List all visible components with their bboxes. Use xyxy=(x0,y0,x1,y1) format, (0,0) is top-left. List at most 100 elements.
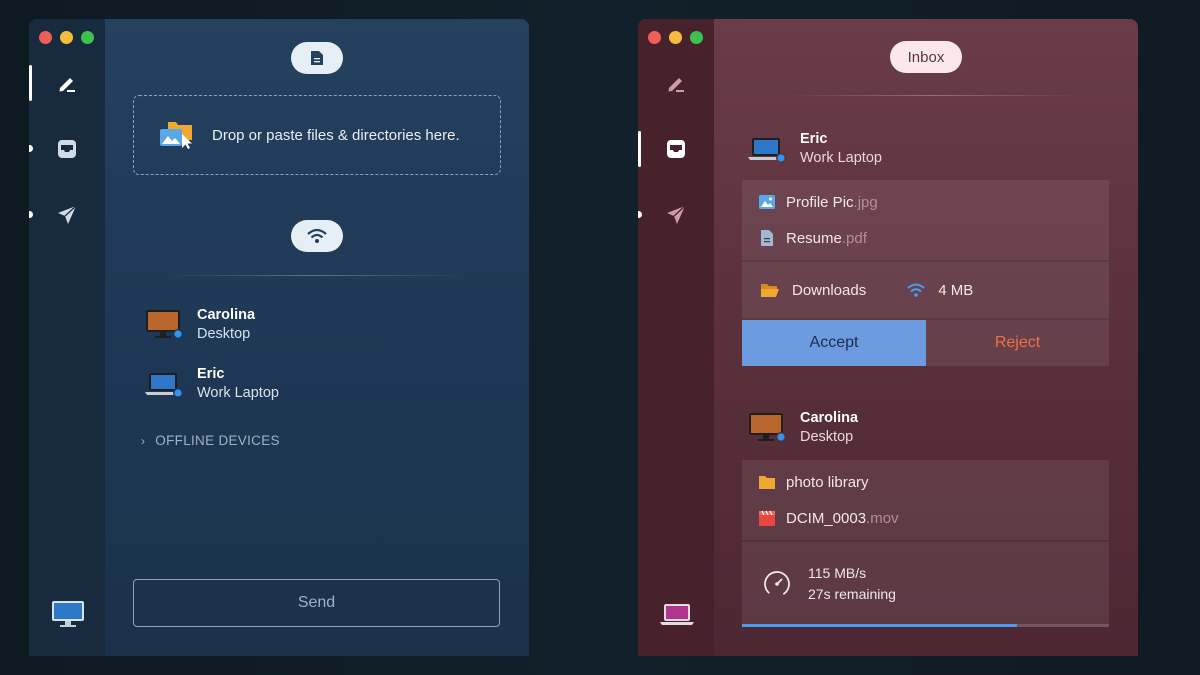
progress-bar-fill xyxy=(742,624,1018,627)
file-item[interactable]: Resume .pdf xyxy=(742,220,1109,256)
folder-icon xyxy=(759,476,775,489)
section-divider xyxy=(784,95,1084,96)
maximize-window-button[interactable] xyxy=(81,31,94,44)
file-extension: .pdf xyxy=(841,229,867,247)
device-name: Carolina xyxy=(800,410,859,426)
device-type: Desktop xyxy=(197,326,251,342)
file-extension: .mov xyxy=(866,509,899,527)
this-device-laptop-icon[interactable] xyxy=(660,600,694,628)
device-type: Desktop xyxy=(800,429,854,445)
file-list: photo library DCIM_0003 .mov xyxy=(742,460,1109,540)
device-type: Work Laptop xyxy=(197,385,279,401)
nav-inbox[interactable] xyxy=(638,127,714,171)
sender-carolina: Carolina Desktop xyxy=(748,410,858,445)
transfer-progress-info: 115 MB/s 27s remaining xyxy=(742,542,1109,624)
pencil-icon xyxy=(668,78,684,92)
window-controls xyxy=(39,31,94,44)
offline-devices-label: OFFLINE DEVICES xyxy=(155,433,280,448)
close-window-button[interactable] xyxy=(648,31,661,44)
inbox-main: Inbox Eric Work Laptop Profile Pic .jpg R… xyxy=(714,19,1138,656)
close-window-button[interactable] xyxy=(39,31,52,44)
laptop-icon xyxy=(748,137,786,163)
transfer-actions: Accept Reject xyxy=(742,320,1109,366)
file-item[interactable]: DCIM_0003 .mov xyxy=(742,500,1109,536)
offline-devices-toggle[interactable]: › OFFLINE DEVICES xyxy=(141,433,280,448)
nav-badge-dot xyxy=(638,211,642,218)
maximize-window-button[interactable] xyxy=(690,31,703,44)
nav-compose[interactable] xyxy=(638,61,714,105)
file-name: Resume xyxy=(786,229,842,247)
device-row-eric[interactable]: Eric Work Laptop xyxy=(145,366,279,401)
image-file-icon xyxy=(759,195,775,209)
file-name: photo library xyxy=(786,473,869,491)
laptop-icon xyxy=(145,372,183,398)
file-item[interactable]: photo library xyxy=(742,464,1109,500)
transfer-card-carolina: photo library DCIM_0003 .mov 115 MB/s 27s… xyxy=(742,460,1109,627)
progress-bar xyxy=(742,624,1109,627)
nav-badge-dot xyxy=(29,145,33,152)
file-name: Profile Pic xyxy=(786,193,854,211)
accept-button[interactable]: Accept xyxy=(742,320,926,366)
nearby-mode-button[interactable] xyxy=(291,220,343,252)
paper-plane-icon xyxy=(58,205,77,224)
nav-compose[interactable] xyxy=(29,61,105,105)
time-remaining: 27s remaining xyxy=(808,585,896,602)
this-device-desktop-icon[interactable] xyxy=(51,600,85,628)
device-name: Carolina xyxy=(197,307,256,323)
nav-active-indicator xyxy=(29,65,32,101)
document-file-icon xyxy=(761,230,773,246)
file-drop-zone[interactable]: Drop or paste files & directories here. xyxy=(133,95,501,175)
nav-sent[interactable] xyxy=(638,193,714,237)
minimize-window-button[interactable] xyxy=(669,31,682,44)
minimize-window-button[interactable] xyxy=(60,31,73,44)
transfer-size: 4 MB xyxy=(938,281,974,299)
transfer-meta: Downloads 4 MB xyxy=(742,262,1109,318)
file-item[interactable]: Profile Pic .jpg xyxy=(742,184,1109,220)
sender-eric: Eric Work Laptop xyxy=(748,131,882,166)
send-main: Drop or paste files & directories here. … xyxy=(105,19,529,656)
desktop-monitor-icon xyxy=(146,309,183,339)
file-list: Profile Pic .jpg Resume .pdf xyxy=(742,180,1109,260)
device-info: Carolina Desktop xyxy=(197,307,255,342)
inbox-sidebar xyxy=(638,19,714,656)
chevron-right-icon: › xyxy=(141,433,146,448)
section-divider xyxy=(165,275,465,276)
nav-badge-dot xyxy=(29,211,33,218)
reject-button[interactable]: Reject xyxy=(926,320,1109,366)
inbox-tray-icon xyxy=(58,140,76,158)
destination-folder[interactable]: Downloads xyxy=(792,282,866,299)
send-button[interactable]: Send xyxy=(133,579,500,627)
wifi-icon xyxy=(907,283,925,297)
document-icon xyxy=(311,51,323,65)
file-name: DCIM_0003 xyxy=(786,509,867,527)
nav-active-indicator xyxy=(638,131,641,167)
device-info: Carolina Desktop xyxy=(800,410,858,445)
transfer-card-eric: Profile Pic .jpg Resume .pdf Downloads 4 M… xyxy=(742,180,1109,366)
paper-plane-icon xyxy=(667,205,686,224)
device-info: Eric Work Laptop xyxy=(197,366,279,401)
device-type: Work Laptop xyxy=(800,150,882,166)
nav-sent[interactable] xyxy=(29,193,105,237)
inbox-tray-icon xyxy=(667,140,685,158)
nav-inbox[interactable] xyxy=(29,127,105,171)
speedometer-icon xyxy=(764,571,790,597)
window-controls xyxy=(648,31,703,44)
transfer-speed: 115 MB/s xyxy=(808,564,867,581)
send-window: Drop or paste files & directories here. … xyxy=(29,19,529,656)
folder-open-icon xyxy=(761,284,779,297)
video-file-icon xyxy=(759,510,775,526)
file-extension: .jpg xyxy=(853,193,878,211)
inbox-window: Inbox Eric Work Laptop Profile Pic .jpg R… xyxy=(638,19,1138,656)
device-name: Eric xyxy=(197,366,225,382)
device-row-carolina[interactable]: Carolina Desktop xyxy=(145,307,255,342)
send-sidebar xyxy=(29,19,105,656)
device-info: Eric Work Laptop xyxy=(800,131,882,166)
pencil-icon xyxy=(59,78,75,92)
desktop-monitor-icon xyxy=(749,412,786,442)
file-mode-button[interactable] xyxy=(291,42,343,74)
device-name: Eric xyxy=(800,131,828,147)
wifi-icon xyxy=(307,228,327,243)
inbox-title: Inbox xyxy=(890,41,962,73)
files-folder-icon xyxy=(160,122,192,149)
speed-details: 115 MB/s 27s remaining xyxy=(808,565,896,602)
